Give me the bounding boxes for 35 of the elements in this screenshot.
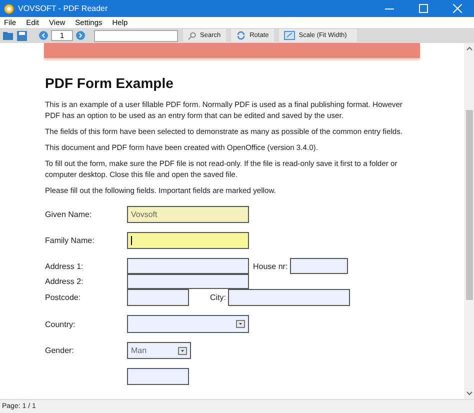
scroll-up-icon[interactable] (466, 46, 472, 52)
field-label: Address 1: (45, 262, 84, 270)
save-icon[interactable] (17, 30, 27, 40)
field-label: Gender: (45, 346, 75, 355)
scroll-down-icon[interactable] (466, 390, 472, 396)
document-heading: PDF Form Example (45, 75, 174, 91)
field-label: Family Name: (45, 236, 96, 245)
window-title: VOVSOFT - PDF Reader (18, 4, 109, 13)
text-field[interactable]: Vovsoft (127, 206, 249, 223)
next-page-icon[interactable] (76, 31, 85, 40)
search-field[interactable] (94, 30, 178, 42)
text-field[interactable] (127, 232, 249, 249)
field-label: Given Name: (45, 210, 93, 219)
field-label: Country: (45, 320, 76, 328)
field-label: Postcode: (45, 293, 82, 302)
open-folder-icon[interactable] (3, 31, 14, 40)
search-icon (188, 32, 196, 40)
previous-page-icon[interactable] (39, 31, 48, 40)
text-field[interactable] (228, 289, 350, 306)
vertical-scrollbar[interactable] (464, 43, 474, 399)
resize-icon (284, 31, 295, 40)
field-label: Address 2: (45, 277, 84, 286)
text-field[interactable] (127, 258, 249, 274)
rotate-arrows-icon (236, 31, 246, 40)
text-field[interactable] (290, 258, 348, 274)
field-label: House nr: (253, 262, 288, 270)
maximize-icon[interactable] (418, 4, 428, 13)
text-field[interactable] (127, 289, 189, 306)
app-logo-icon (4, 4, 14, 14)
field-label: City: (210, 293, 226, 302)
text-field[interactable] (127, 274, 249, 289)
text-field[interactable] (127, 368, 189, 385)
close-icon[interactable] (452, 4, 462, 13)
dropdown-field[interactable]: Man (127, 342, 191, 359)
dropdown-field[interactable] (127, 315, 249, 333)
